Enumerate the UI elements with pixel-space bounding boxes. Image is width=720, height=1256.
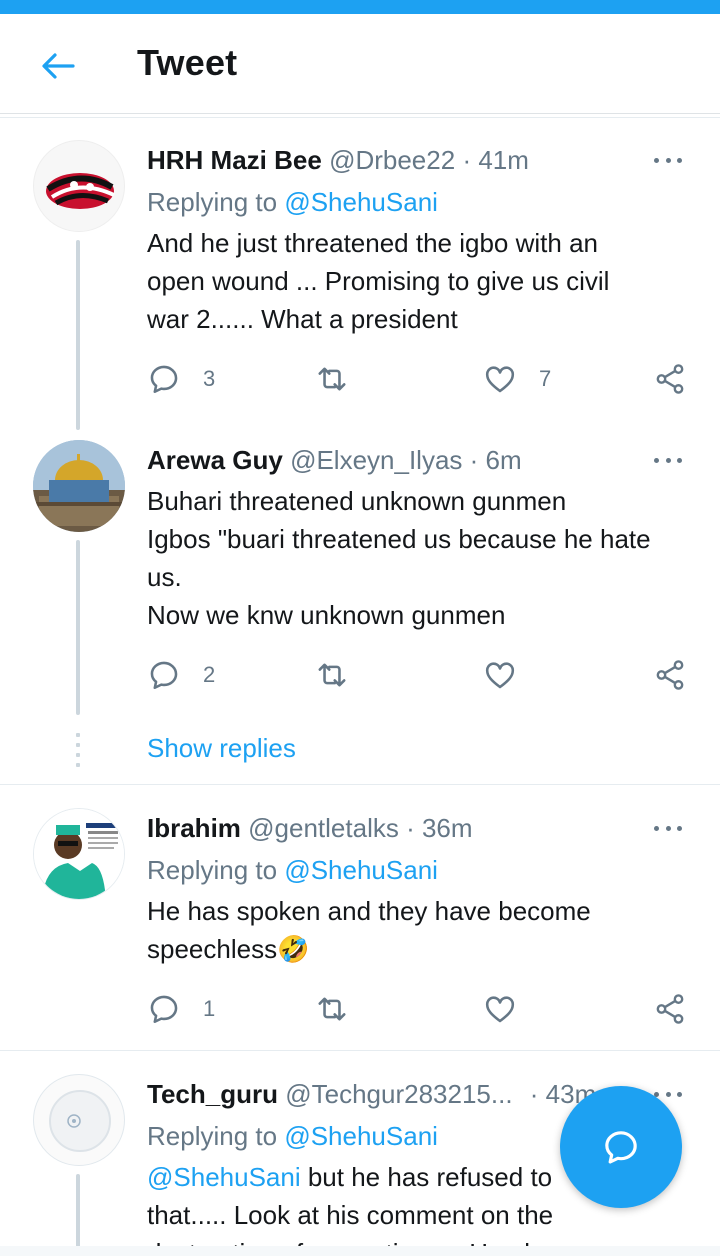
- like-icon: [485, 366, 515, 393]
- back-arrow-icon: [42, 53, 75, 79]
- mention-link[interactable]: @ShehuSani: [284, 855, 438, 885]
- compose-icon: [605, 1131, 637, 1164]
- retweet-button[interactable]: [313, 359, 351, 399]
- tweet-actions: 1: [147, 989, 692, 1029]
- reply-button[interactable]: 2: [147, 655, 215, 695]
- thread-line: [76, 240, 80, 430]
- bottom-edge: [0, 1246, 720, 1256]
- share-icon: [656, 660, 684, 690]
- tweet-time: · 6m: [469, 445, 522, 475]
- author-name[interactable]: Arewa Guy: [147, 445, 283, 475]
- show-replies-link[interactable]: Show replies: [147, 733, 296, 764]
- share-icon: [656, 994, 684, 1024]
- like-icon: [485, 996, 515, 1023]
- compose-reply-button[interactable]: [560, 1086, 682, 1208]
- tweet-time: · 41m: [462, 145, 529, 175]
- top-app-bar: Tweet: [0, 14, 720, 114]
- share-icon: [656, 364, 684, 394]
- reply-count: 1: [203, 996, 216, 1021]
- author-name[interactable]: Tech_guru: [147, 1079, 278, 1109]
- author-handle[interactable]: @gentletalks: [248, 813, 399, 843]
- status-bar: [0, 0, 720, 14]
- like-count: 7: [539, 366, 552, 391]
- retweet-icon: [318, 663, 346, 687]
- divider: [0, 1050, 720, 1051]
- more-icon[interactable]: [650, 148, 686, 172]
- divider: [0, 784, 720, 785]
- tweet-actions: 2: [147, 655, 692, 695]
- author-handle[interactable]: @Elxeyn_Ilyas: [290, 445, 462, 475]
- author-handle[interactable]: @Drbee22: [329, 145, 455, 175]
- reply-count: 2: [203, 662, 216, 687]
- replying-to: Replying to @ShehuSani: [147, 187, 438, 217]
- avatar[interactable]: [33, 808, 125, 900]
- mention-link[interactable]: @ShehuSani: [284, 187, 438, 217]
- tweet-3[interactable]: Ibrahim @gentletalks · 36m Replying to @…: [0, 808, 720, 1048]
- thread-line: [76, 1174, 80, 1256]
- retweet-icon: [318, 367, 346, 391]
- like-button[interactable]: 7: [483, 359, 551, 399]
- tweet-2[interactable]: Arewa Guy @Elxeyn_Ilyas · 6m Buhari thre…: [0, 440, 720, 730]
- thread-dots: [76, 733, 80, 767]
- avatar[interactable]: [33, 1074, 125, 1166]
- replying-to: Replying to @ShehuSani: [147, 855, 438, 885]
- tweet-text: And he just threatened the igbo with an …: [147, 228, 610, 334]
- header-divider: [0, 117, 720, 118]
- tweet-time: · 36m: [406, 813, 473, 843]
- back-button[interactable]: [34, 42, 82, 90]
- reply-icon: [150, 995, 178, 1024]
- retweet-button[interactable]: [313, 989, 351, 1029]
- author-handle[interactable]: @Techgur283215...: [285, 1079, 512, 1109]
- like-button[interactable]: [483, 989, 517, 1029]
- tweet-text: He has spoken and they have become speec…: [147, 896, 591, 964]
- reply-icon: [150, 365, 178, 394]
- tweet-text: Buhari threatened unknown gunmen Igbos "…: [147, 486, 651, 630]
- mention-link[interactable]: @ShehuSani: [284, 1121, 438, 1151]
- avatar[interactable]: [33, 440, 125, 532]
- share-button[interactable]: [653, 655, 687, 695]
- avatar[interactable]: [33, 140, 125, 232]
- reply-button[interactable]: 1: [147, 989, 215, 1029]
- share-button[interactable]: [653, 989, 687, 1029]
- reply-icon: [150, 661, 178, 690]
- tweet-1[interactable]: HRH Mazi Bee @Drbee22 · 41m Replying to …: [0, 140, 720, 430]
- like-button[interactable]: [483, 655, 517, 695]
- like-icon: [485, 662, 515, 689]
- reply-button[interactable]: 3: [147, 359, 215, 399]
- more-icon[interactable]: [650, 448, 686, 472]
- retweet-button[interactable]: [313, 655, 351, 695]
- replying-to: Replying to @ShehuSani: [147, 1121, 438, 1151]
- mention-link[interactable]: @ShehuSani: [147, 1162, 301, 1192]
- retweet-icon: [318, 997, 346, 1021]
- tweet-actions: 3 7: [147, 359, 692, 399]
- reply-count: 3: [203, 366, 216, 391]
- page-title: Tweet: [137, 42, 238, 83]
- more-icon[interactable]: [650, 816, 686, 840]
- thread-line: [76, 540, 80, 715]
- author-name[interactable]: Ibrahim: [147, 813, 241, 843]
- author-name[interactable]: HRH Mazi Bee: [147, 145, 322, 175]
- share-button[interactable]: [653, 359, 687, 399]
